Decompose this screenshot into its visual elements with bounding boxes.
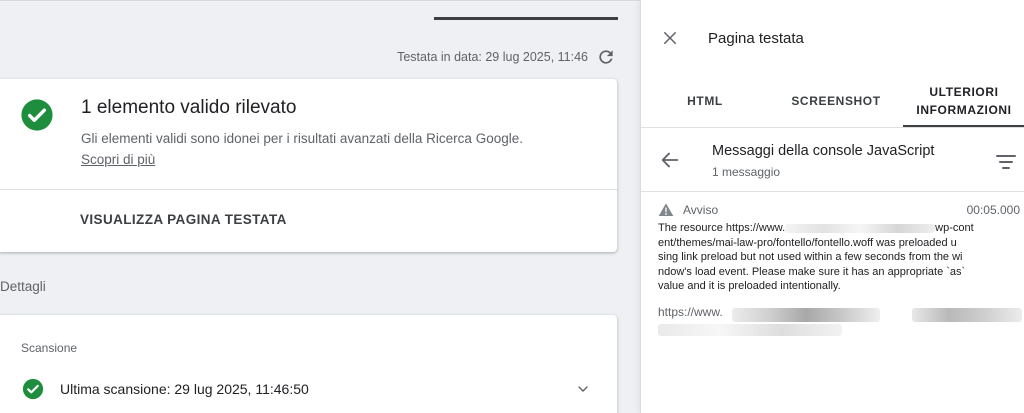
tab-html[interactable]: HTML: [641, 75, 769, 127]
message-line-5: value and it is preloaded intentionally.: [658, 280, 841, 292]
message-line-1-start: The resource https://www.: [658, 222, 786, 234]
redacted-url-part: [912, 308, 1022, 322]
scan-section-label: Scansione: [21, 341, 78, 355]
view-tested-page-button[interactable]: VISUALIZZA PAGINA TESTATA: [80, 212, 287, 227]
tab-more-info-line2: INFORMAZIONI: [916, 103, 1012, 117]
arrow-back-icon[interactable]: [659, 149, 681, 171]
console-count: 1 messaggio: [712, 165, 781, 179]
close-icon[interactable]: [661, 29, 679, 47]
message-body: The resource https://www. wp-cont ent/the…: [658, 221, 1022, 294]
card-divider: [0, 189, 617, 190]
tested-on-text: Testata in data: 29 lug 2025, 11:46: [397, 50, 588, 64]
tab-more-info[interactable]: ULTERIORI INFORMAZIONI: [903, 75, 1024, 127]
console-divider: [641, 191, 1024, 192]
redacted-url-part: [658, 324, 842, 336]
scan-card: [0, 315, 617, 413]
tab-screenshot[interactable]: SCREENSHOT: [769, 75, 903, 127]
warning-icon: [658, 203, 674, 216]
message-line-3: sing link preload but not used within a …: [658, 251, 963, 263]
message-line-1: The resource https://www. wp-cont: [658, 221, 1022, 236]
filter-icon[interactable]: [995, 154, 1017, 170]
message-line-4: ndow's load event. Please make sure it h…: [658, 265, 966, 278]
result-description-text: Gli elementi validi sono idonei per i ri…: [81, 131, 523, 146]
last-scan-text: Ultima scansione: 29 lug 2025, 11:46:50: [60, 381, 309, 397]
tested-on-row: Testata in data: 29 lug 2025, 11:46: [397, 47, 616, 67]
check-circle-icon: [22, 378, 44, 400]
console-title: Messaggi della console JavaScript: [712, 143, 935, 159]
details-heading: Dettagli: [0, 279, 46, 294]
main-content: Testata in data: 29 lug 2025, 11:46 1 el…: [0, 0, 640, 413]
learn-more-link[interactable]: Scopri di più: [81, 152, 155, 167]
message-source-url[interactable]: https://www.: [658, 305, 1022, 339]
tabs-divider: [641, 127, 1024, 128]
tested-page-panel: Pagina testata HTML SCREENSHOT ULTERIORI…: [640, 0, 1024, 413]
chevron-down-icon[interactable]: [573, 381, 593, 397]
refresh-icon[interactable]: [596, 47, 616, 67]
result-title: 1 elemento valido rilevato: [81, 97, 297, 118]
message-line-2: ent/themes/mai-law-pro/fontello/fontello…: [658, 236, 957, 249]
redacted-domain: [785, 223, 936, 233]
message-level: Avviso: [683, 203, 719, 217]
message-line-1-end: wp-cont: [935, 222, 974, 234]
result-description: Gli elementi validi sono idonei per i ri…: [81, 128, 581, 170]
redacted-url-part: [732, 308, 880, 322]
source-url-start: https://www.: [658, 305, 723, 319]
progress-bar: [434, 17, 618, 20]
check-circle-icon: [21, 99, 53, 131]
message-header: Avviso 00:05.000: [658, 202, 1020, 218]
tab-more-info-line1: ULTERIORI: [929, 85, 999, 99]
message-time: 00:05.000: [966, 203, 1020, 217]
panel-title: Pagina testata: [708, 30, 804, 47]
